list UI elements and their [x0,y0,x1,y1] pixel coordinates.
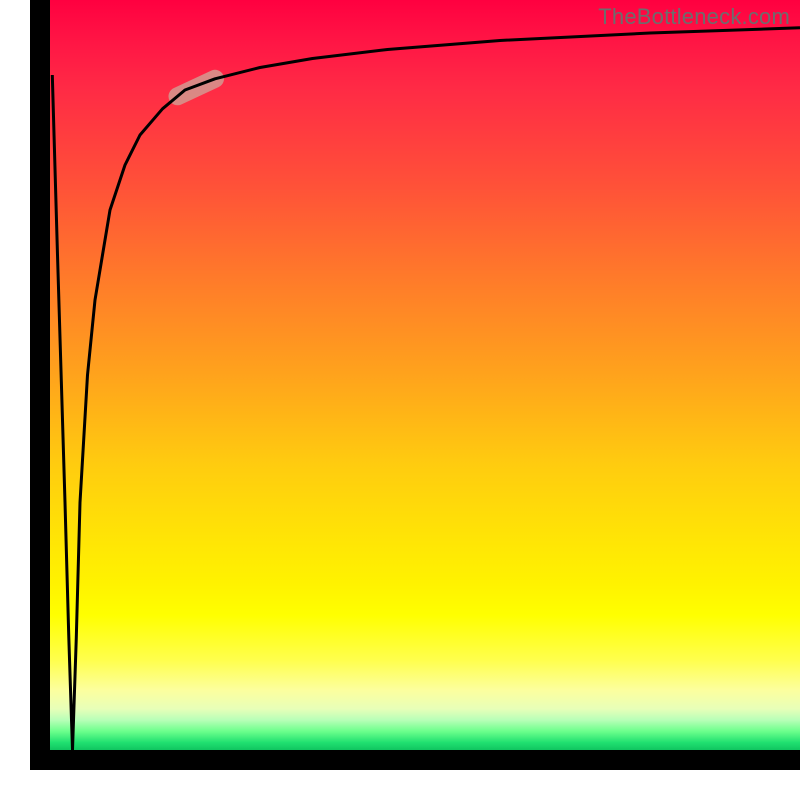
attribution-text: TheBottleneck.com [598,4,790,30]
plot-area [50,0,800,750]
x-axis [30,750,800,770]
y-axis [30,0,50,770]
bottleneck-curve [52,28,800,750]
chart-stage: TheBottleneck.com [0,0,800,800]
curve-layer [50,0,800,750]
